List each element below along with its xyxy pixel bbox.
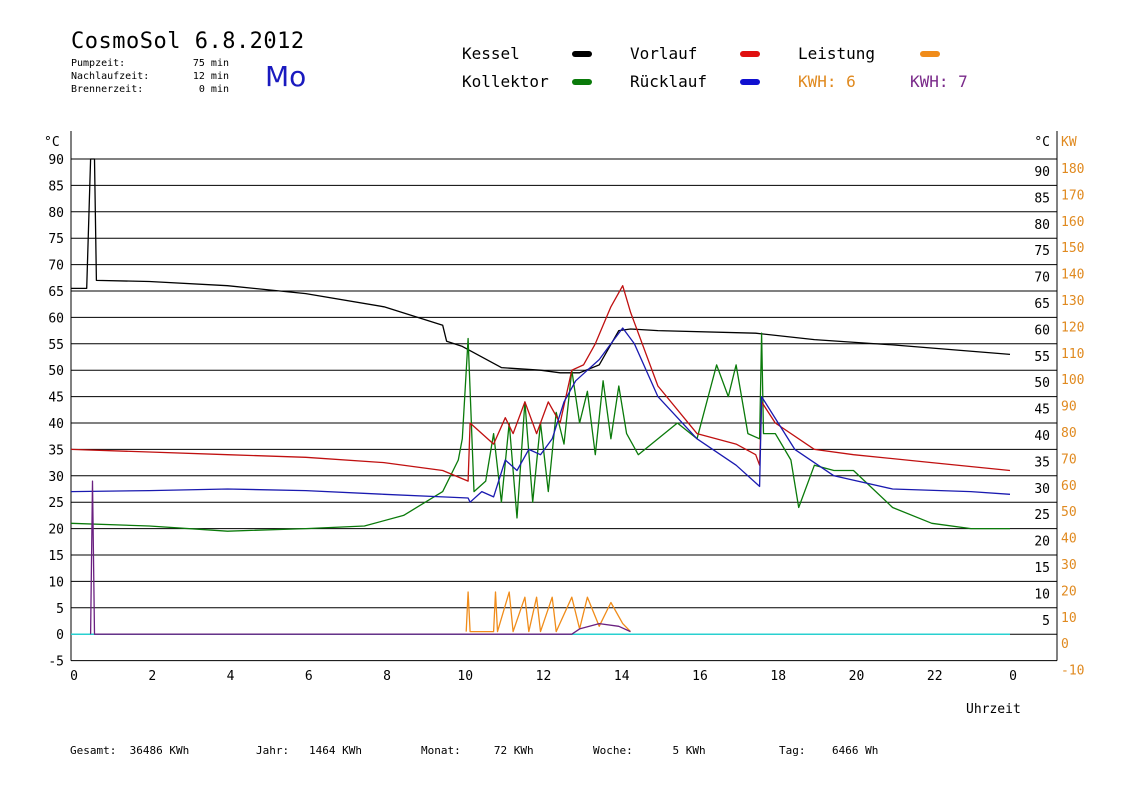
power-tick-label: 30: [1061, 558, 1077, 573]
y-tick-label-right: °C: [1034, 135, 1050, 150]
y-tick-label-right: 10: [1034, 587, 1050, 602]
power-tick-label: -10: [1061, 664, 1084, 679]
series-line-kessel: [71, 158, 1011, 374]
power-tick-label: 50: [1061, 505, 1077, 520]
y-tick-label-right: 80: [1034, 218, 1050, 233]
y-tick-label-right: 40: [1034, 429, 1050, 444]
y-tick-label-right: 30: [1034, 482, 1050, 497]
power-tick-label: 140: [1061, 268, 1084, 283]
y-axis-unit-left: °C: [44, 135, 60, 150]
power-tick-label: 90: [1061, 400, 1077, 415]
y-tick-label-left: 65: [48, 285, 64, 300]
power-tick-label: KW: [1061, 135, 1077, 150]
x-tick-label: 18: [770, 669, 786, 684]
y-tick-label-left: 20: [48, 523, 64, 538]
footer-label: Monat:: [421, 744, 461, 757]
series-line-leistung: [465, 591, 631, 633]
y-tick-label-left: 50: [48, 364, 64, 379]
y-tick-label-right: 15: [1034, 561, 1050, 576]
footer-label: Jahr:: [256, 744, 290, 757]
x-tick-label: 8: [383, 669, 391, 684]
power-tick-label: 40: [1061, 532, 1077, 547]
y-tick-label-left: 10: [48, 575, 64, 590]
x-tick-label: 4: [227, 669, 235, 684]
footer-value: 5 KWh: [672, 744, 706, 757]
x-tick-label: 6: [305, 669, 313, 684]
power-tick-label: 20: [1061, 584, 1077, 599]
y-tick-label-right: 65: [1034, 297, 1050, 312]
y-tick-label-right: 45: [1034, 403, 1050, 418]
y-tick-label-left: 70: [48, 259, 64, 274]
power-tick-label: 0: [1061, 637, 1069, 652]
power-tick-label: 180: [1061, 162, 1084, 177]
y-tick-label-right: 70: [1034, 271, 1050, 286]
y-tick-label-right: 20: [1034, 535, 1050, 550]
chart-tick-labels: 908580757065605550454035302520151050-5°C…: [44, 135, 1084, 684]
x-tick-label: 12: [536, 669, 552, 684]
y-tick-label-left: 25: [48, 496, 64, 511]
y-tick-label-right: 50: [1034, 376, 1050, 391]
y-tick-label-left: 0: [56, 628, 64, 643]
power-tick-label: 120: [1061, 320, 1084, 335]
x-axis-label: Uhrzeit: [966, 702, 1021, 717]
footer-gesamt: Gesamt: 36486 KWh: [70, 744, 189, 757]
y-tick-label-right: 90: [1034, 165, 1050, 180]
y-tick-label-left: 90: [48, 153, 64, 168]
y-tick-label-left: 75: [48, 232, 64, 247]
x-tick-label: 10: [457, 669, 473, 684]
power-tick-label: 10: [1061, 611, 1077, 626]
y-tick-label-left: 35: [48, 443, 64, 458]
y-tick-label-left: 85: [48, 179, 64, 194]
y-tick-label-left: 15: [48, 549, 64, 564]
footer-jahr: Jahr: 1464 KWh: [256, 744, 362, 757]
x-tick-label: 20: [849, 669, 865, 684]
series-line-vorlauf: [70, 285, 1011, 482]
footer-woche: Woche: 5 KWh: [593, 744, 706, 757]
footer-tag: Tag: 6466 Wh: [779, 744, 878, 757]
x-tick-label: 16: [692, 669, 708, 684]
footer-value: 36486 KWh: [129, 744, 190, 757]
power-tick-label: 160: [1061, 215, 1084, 230]
series-line-kollektor: [70, 332, 1010, 532]
y-tick-label-right: 25: [1034, 508, 1050, 523]
chart-grid: [71, 158, 1057, 635]
x-tick-label: 0: [70, 669, 78, 684]
x-tick-label: 0: [1009, 669, 1017, 684]
x-tick-label: 22: [927, 669, 943, 684]
power-tick-label: 110: [1061, 347, 1084, 362]
x-tick-label: 2: [148, 669, 156, 684]
footer-label: Tag:: [779, 744, 806, 757]
y-tick-label-left: 55: [48, 338, 64, 353]
footer-value: 1464 KWh: [309, 744, 362, 757]
series-line-kwh-7: [89, 480, 631, 635]
footer-monat: Monat: 72 KWh: [421, 744, 534, 757]
y-tick-label-right: 75: [1034, 244, 1050, 259]
power-tick-label: 170: [1061, 188, 1084, 203]
temperature-chart: 908580757065605550454035302520151050-5°C…: [44, 131, 1084, 684]
y-tick-label-right: 35: [1034, 455, 1050, 470]
y-tick-label-right: 55: [1034, 350, 1050, 365]
y-tick-label-right: 5: [1042, 614, 1050, 629]
power-tick-label: 100: [1061, 373, 1084, 388]
y-tick-label-left: 80: [48, 206, 64, 221]
power-tick-label: 130: [1061, 294, 1084, 309]
y-tick-label-left: -5: [48, 655, 64, 670]
footer-label: Woche:: [593, 744, 633, 757]
power-tick-label: 150: [1061, 241, 1084, 256]
power-tick-label: 60: [1061, 479, 1077, 494]
y-tick-label-left: 30: [48, 470, 64, 485]
power-tick-label: 70: [1061, 452, 1077, 467]
y-tick-label-right: 85: [1034, 191, 1050, 206]
x-tick-label: 14: [614, 669, 630, 684]
y-tick-label-left: 60: [48, 311, 64, 326]
footer-value: 72 KWh: [493, 744, 534, 757]
power-tick-label: 80: [1061, 426, 1077, 441]
y-tick-label-left: 5: [56, 602, 64, 617]
footer-value: 6466 Wh: [832, 744, 879, 757]
y-tick-label-left: 40: [48, 417, 64, 432]
footer-label: Gesamt:: [70, 744, 117, 757]
y-tick-label-left: 45: [48, 391, 64, 406]
y-tick-label-right: 60: [1034, 323, 1050, 338]
